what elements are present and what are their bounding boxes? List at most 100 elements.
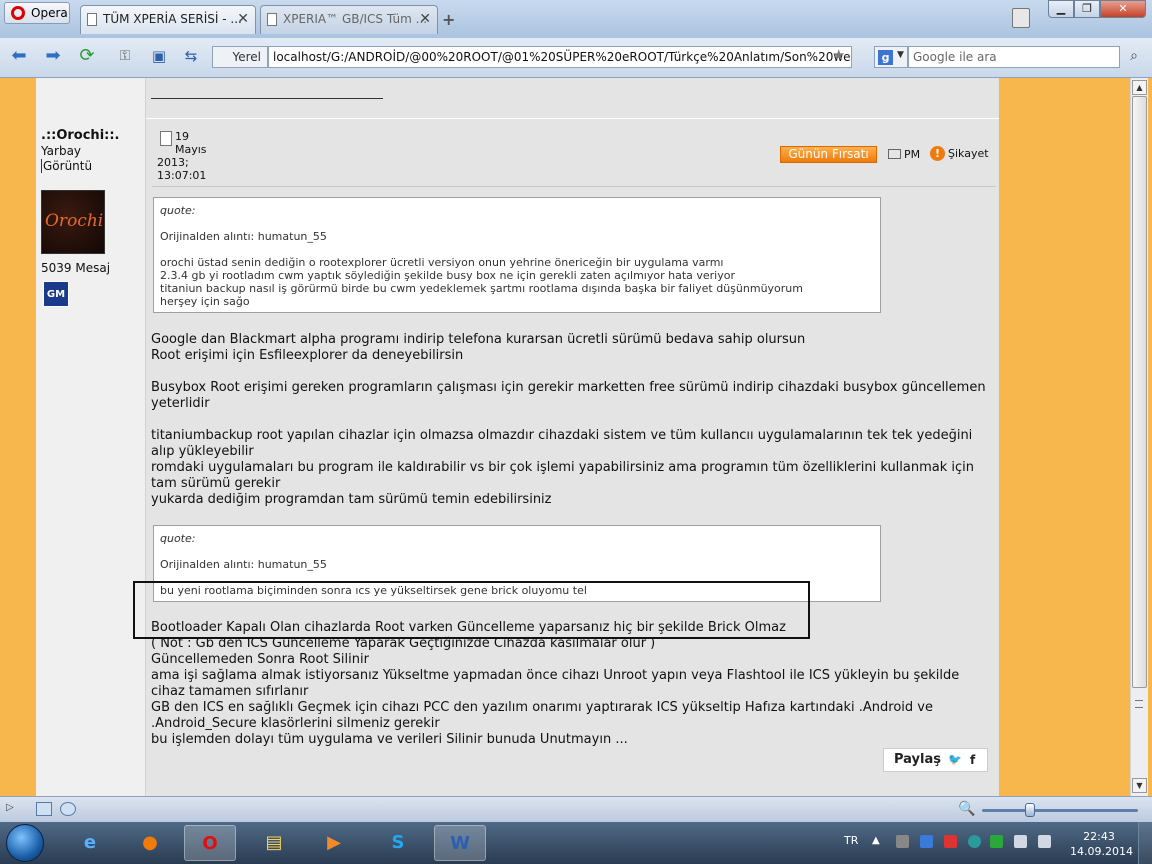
twitter-icon[interactable]: 🐦 (948, 749, 962, 771)
tab-xperia-gb-ics[interactable]: XPERIA™ GB/ICS Tüm ... ✕ (260, 5, 438, 34)
search-input[interactable]: Google ile ara (908, 46, 1120, 68)
user-rank: Yarbay (41, 144, 82, 158)
close-window-button[interactable]: ✕ (1100, 0, 1146, 18)
pm-link[interactable]: PM (888, 148, 920, 161)
body-line: yukarda dediğim programdan tam sürümü te… (151, 492, 552, 507)
body-line: Bootloader Kapalı Olan cihazlarda Root v… (151, 620, 786, 635)
clock-time: 22:43 (1083, 830, 1115, 843)
report-link[interactable]: ! Şikayet (930, 146, 989, 161)
vertical-scrollbar[interactable]: ▲ ▼ (1130, 78, 1148, 796)
page-viewport: .::Orochi::. Yarbay Görüntü Orochi 5039 … (0, 78, 1152, 796)
maximize-button[interactable]: ❐ (1074, 0, 1100, 18)
tab-label: TÜM XPERİA SERİSİ - ... (103, 12, 242, 26)
warning-icon: ! (930, 146, 945, 161)
post-date: 19 Mayıs 2013; 13:07:01 (157, 130, 227, 182)
date-time: 13:07:01 (157, 169, 207, 182)
forward-button[interactable]: ➡ (40, 44, 66, 70)
date-month: Mayıs (175, 143, 207, 156)
taskbar-app-internet-explorer[interactable]: e (64, 825, 116, 861)
quote-title: quote: (160, 532, 196, 545)
save-icon[interactable]: ▣ (146, 44, 172, 70)
taskbar-app-word[interactable]: W (434, 825, 486, 861)
message-count: 5039 Mesaj (41, 261, 111, 275)
taskbar-clock[interactable]: 22:43 14.09.2014 (1070, 829, 1133, 859)
tray-expand-icon[interactable]: ▲ (872, 835, 885, 848)
gm-badge-icon: GM (43, 281, 69, 307)
bookmark-star-icon[interactable]: ★ (832, 46, 845, 64)
clock-date: 14.09.2014 (1070, 845, 1133, 858)
quote-line: titaniun backup nasıl iş görürmü birde b… (160, 282, 803, 295)
taskbar-app-firefox[interactable]: ● (124, 825, 176, 861)
new-tab-button[interactable]: + (442, 10, 455, 29)
pm-icon (888, 149, 901, 159)
body-line: romdaki uygulamaları bu program ile kald… (151, 460, 975, 491)
back-button[interactable]: ⬅ (6, 44, 32, 70)
address-bar[interactable]: localhost/G:/ANDROİD/@00%20ROOT/@01%20SÜ… (268, 46, 852, 68)
quote-line: bu yeni rootlama biçiminden sonra ıcs ye… (160, 584, 587, 597)
sync-icon[interactable] (968, 835, 981, 848)
deal-of-day-button[interactable]: Günün Fırsatı (780, 146, 877, 163)
tab-xperia-series[interactable]: TÜM XPERİA SERİSİ - ... ✕ (80, 5, 256, 34)
google-icon: g (878, 50, 893, 65)
taskbar-app-media-player[interactable]: ▶ (308, 825, 360, 861)
share-button[interactable]: Paylaş 🐦 f (883, 748, 988, 772)
network-icon[interactable] (1014, 835, 1027, 848)
body-line: GB den ICS en sağlıklı Geçmek için cihaz… (151, 700, 933, 731)
quote-line: orochi üstad senin dediğin o rootexplore… (160, 256, 724, 269)
address-prefix: Yerel (212, 46, 268, 68)
reload-button[interactable]: ⟳ (74, 44, 100, 70)
action-center-icon[interactable] (944, 835, 957, 848)
scroll-down-icon[interactable]: ▼ (1132, 778, 1147, 793)
window-icon[interactable] (36, 802, 52, 816)
security-shield-icon[interactable] (990, 835, 1003, 848)
minimize-button[interactable]: ▁ (1048, 0, 1074, 18)
key-icon[interactable]: ⚿ (112, 44, 138, 70)
body-line: ama işi sağlama almak istiyorsanız Yükse… (151, 668, 960, 699)
panels-icon[interactable]: ⇆ (178, 44, 204, 70)
opera-logo-icon (11, 6, 25, 20)
body-line: titaniumbackup root yapılan cihazlar içi… (151, 428, 973, 459)
tab-label: XPERIA™ GB/ICS Tüm ... (283, 12, 428, 26)
zoom-icon[interactable]: 🔍 (958, 801, 975, 817)
taskbar-app-skype[interactable]: S (372, 825, 424, 861)
view-profile-link[interactable]: Görüntü (41, 159, 92, 173)
tray-app-icon[interactable] (896, 835, 909, 848)
post-separator (146, 118, 999, 119)
speed-dial-icon[interactable] (60, 802, 76, 816)
zoom-slider-thumb[interactable] (1025, 803, 1035, 817)
trash-icon[interactable] (1012, 8, 1030, 28)
quote-line: 2.3.4 gb yi rootladım cwm yaptık söyledi… (160, 269, 735, 282)
search-icon[interactable]: ⌕ (1122, 46, 1146, 68)
close-tab-icon[interactable]: ✕ (419, 6, 431, 32)
show-desktop-button[interactable] (1138, 822, 1152, 864)
body-line: ( Not : Gb den ICS Güncelleme Yaparak Ge… (151, 636, 656, 651)
body-line: Root erişimi için Esfileexplorer da dene… (151, 348, 464, 363)
opera-menu-button[interactable]: Opera (4, 2, 70, 24)
scroll-up-icon[interactable]: ▲ (1132, 80, 1147, 95)
search-engine-selector[interactable]: g ▼ (874, 46, 908, 68)
date-year: 2013; (157, 156, 189, 169)
scroll-thumb[interactable] (1132, 96, 1147, 688)
bluetooth-icon[interactable] (920, 835, 933, 848)
username[interactable]: .::Orochi::. (41, 128, 119, 143)
page-icon (87, 13, 97, 26)
panel-toggle-icon[interactable]: ▷ (6, 802, 18, 816)
share-label: Paylaş (894, 752, 941, 767)
taskbar-app-opera[interactable]: O (184, 825, 236, 861)
page-icon (267, 13, 277, 26)
start-button[interactable] (6, 824, 44, 862)
close-tab-icon[interactable]: ✕ (237, 6, 249, 32)
taskbar-app-file-explorer[interactable]: ▤ (248, 825, 300, 861)
browser-navbar: ⬅ ➡ ⟳ ⚿ ▣ ⇆ Yerel localhost/G:/ANDROİD/@… (0, 38, 1152, 78)
post-body: Bootloader Kapalı Olan cihazlarda Root v… (151, 620, 996, 748)
facebook-icon[interactable]: f (970, 749, 975, 771)
language-indicator[interactable]: TR (844, 834, 858, 847)
volume-icon[interactable] (1038, 835, 1051, 848)
post-body: Google dan Blackmart alpha programı indi… (151, 332, 996, 508)
body-line: Busybox Root erişimi gereken programları… (151, 380, 986, 411)
browser-titlebar: Opera TÜM XPERİA SERİSİ - ... ✕ XPERIA™ … (0, 0, 1152, 38)
forum-post: .::Orochi::. Yarbay Görüntü Orochi 5039 … (36, 78, 999, 796)
scroll-grip-icon (1135, 700, 1143, 708)
quote-line: herşey için sağo (160, 295, 250, 308)
zoom-slider[interactable] (982, 809, 1138, 812)
